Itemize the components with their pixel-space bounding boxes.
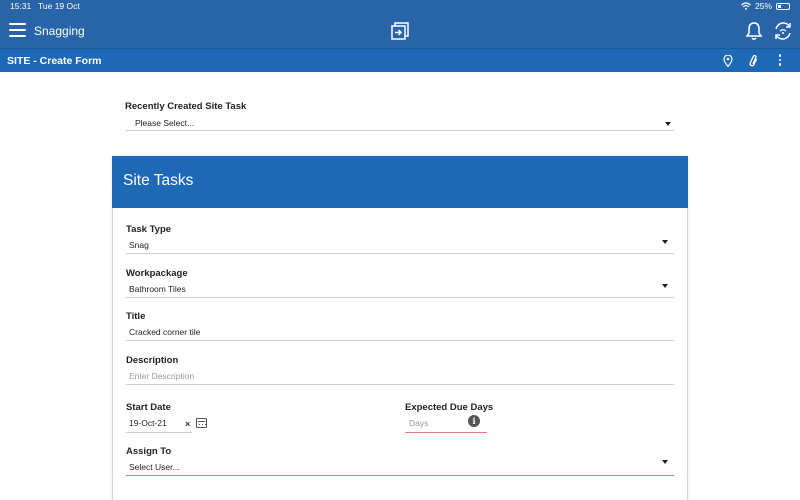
- divider: [405, 432, 487, 433]
- due-days-label: Expected Due Days: [405, 402, 494, 413]
- title-input[interactable]: Cracked corner tile: [126, 323, 674, 340]
- form-title: SITE - Create Form: [7, 55, 102, 67]
- description-placeholder: Enter Description: [129, 371, 195, 381]
- wifi-icon: [741, 2, 751, 10]
- app-bar: Snagging: [0, 13, 800, 48]
- location-pin-icon[interactable]: [723, 55, 733, 67]
- start-date-value: 19-Oct-21: [129, 418, 167, 428]
- start-date-input[interactable]: 19-Oct-21: [126, 414, 192, 431]
- assign-to-label: Assign To: [126, 446, 172, 457]
- more-vert-icon[interactable]: [777, 54, 783, 68]
- start-date-label: Start Date: [126, 402, 171, 413]
- battery-icon: [776, 2, 790, 10]
- app-logo-icon: [391, 22, 409, 40]
- task-type-select[interactable]: Snag: [126, 236, 674, 253]
- workpackage-label: Workpackage: [126, 268, 188, 279]
- form-toolbar: SITE - Create Form: [0, 48, 800, 72]
- divider: [126, 297, 674, 298]
- divider: [126, 432, 192, 433]
- status-date: Tue 19 Oct: [38, 1, 80, 11]
- calendar-icon[interactable]: [196, 418, 207, 428]
- task-type-label: Task Type: [126, 224, 172, 235]
- chevron-down-icon: [662, 240, 668, 244]
- app-title: Snagging: [34, 24, 85, 38]
- divider: [126, 475, 674, 476]
- assign-to-value: Select User...: [129, 462, 180, 472]
- recent-task-label: Recently Created Site Task: [125, 101, 247, 112]
- chevron-down-icon: [662, 284, 668, 288]
- bell-icon[interactable]: [745, 21, 763, 41]
- info-icon[interactable]: i: [468, 415, 480, 427]
- card-title: Site Tasks: [123, 172, 194, 189]
- clear-date-icon[interactable]: ×: [185, 419, 190, 429]
- description-label: Description: [126, 355, 179, 366]
- chevron-down-icon: [662, 460, 668, 464]
- title-value: Cracked corner tile: [129, 327, 201, 337]
- battery-percent: 25%: [754, 1, 772, 11]
- site-tasks-header: Site Tasks: [112, 156, 688, 208]
- sync-icon[interactable]: [772, 20, 794, 42]
- status-bar: 15:31 Tue 19 Oct 25%: [0, 0, 800, 13]
- recent-task-value: Please Select...: [135, 118, 195, 128]
- paperclip-icon[interactable]: [748, 54, 760, 68]
- task-type-value: Snag: [129, 240, 149, 250]
- due-days-placeholder: Days: [409, 418, 429, 428]
- divider: [125, 130, 674, 131]
- recent-task-select[interactable]: Please Select...: [125, 114, 674, 131]
- status-right: 25%: [741, 1, 790, 11]
- menu-icon[interactable]: [9, 23, 26, 37]
- assign-to-select[interactable]: Select User...: [126, 458, 674, 475]
- workpackage-value: Bathroom Tiles: [129, 284, 186, 294]
- title-label: Title: [126, 311, 146, 322]
- chevron-down-icon: [665, 122, 671, 126]
- divider: [126, 384, 674, 385]
- divider: [126, 253, 674, 254]
- status-time: 15:31: [10, 1, 32, 11]
- description-input[interactable]: Enter Description: [126, 367, 674, 384]
- divider: [126, 340, 674, 341]
- workpackage-select[interactable]: Bathroom Tiles: [126, 280, 674, 297]
